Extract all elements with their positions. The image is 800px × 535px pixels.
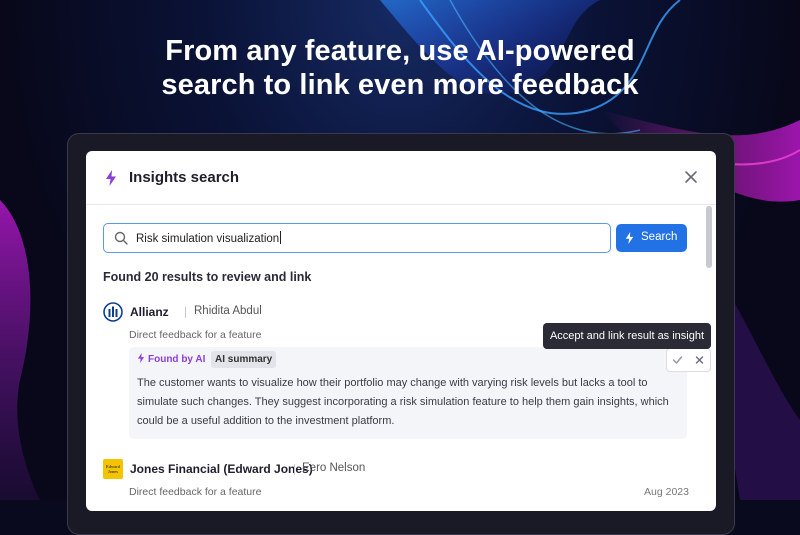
feedback-date: Aug 2023 — [644, 486, 689, 498]
headline-line-2: search to link even more feedback — [161, 69, 639, 101]
result-item: Edward Jones Jones Financial (Edward Jon… — [103, 459, 703, 509]
search-icon — [114, 231, 128, 245]
logo-wordmark: Edward Jones — [106, 464, 120, 474]
allianz-logo — [103, 302, 123, 322]
result-actions — [666, 348, 711, 372]
search-button[interactable]: Search — [616, 224, 687, 252]
accept-check-icon[interactable] — [667, 349, 688, 371]
results-count: Found 20 results to review and link — [103, 270, 312, 284]
ai-summary-text: The customer wants to visualize how thei… — [137, 377, 669, 427]
text-caret — [280, 231, 282, 244]
modal-title: Insights search — [129, 169, 240, 186]
dismiss-x-icon[interactable] — [689, 349, 710, 371]
edward-jones-logo: Edward Jones — [103, 459, 123, 479]
headline: From any feature, use AI-powered search … — [0, 34, 800, 102]
person-name[interactable]: Eero Nelson — [302, 462, 365, 474]
ai-summary-card: Found by AI AI summary The customer want… — [129, 347, 711, 439]
bolt-icon — [106, 170, 116, 186]
company-name[interactable]: Jones Financial (Edward Jones) — [130, 462, 313, 476]
bolt-icon — [625, 232, 634, 244]
bolt-icon — [137, 353, 145, 363]
headline-line-1: From any feature, use AI-powered — [165, 35, 635, 67]
person-name[interactable]: Rhidita Abdul — [194, 305, 262, 317]
scrollbar-thumb[interactable] — [706, 206, 712, 268]
search-button-label: Search — [641, 231, 678, 243]
found-by-ai-label: Found by AI — [148, 354, 206, 365]
feedback-type: Direct feedback for a feature — [129, 486, 262, 498]
modal-header: Insights search — [86, 151, 716, 205]
divider — [185, 307, 186, 318]
divider — [294, 464, 295, 475]
feedback-type: Direct feedback for a feature — [129, 329, 262, 341]
ai-summary-badge: AI summary — [211, 351, 277, 368]
found-by-ai-badge: Found by AI — [137, 353, 205, 365]
accept-tooltip: Accept and link result as insight — [543, 323, 711, 349]
company-name[interactable]: Allianz — [130, 305, 169, 319]
search-input[interactable]: Risk simulation visualization — [103, 223, 611, 253]
close-icon[interactable] — [683, 169, 699, 185]
search-input-value: Risk simulation visualization — [136, 233, 280, 245]
